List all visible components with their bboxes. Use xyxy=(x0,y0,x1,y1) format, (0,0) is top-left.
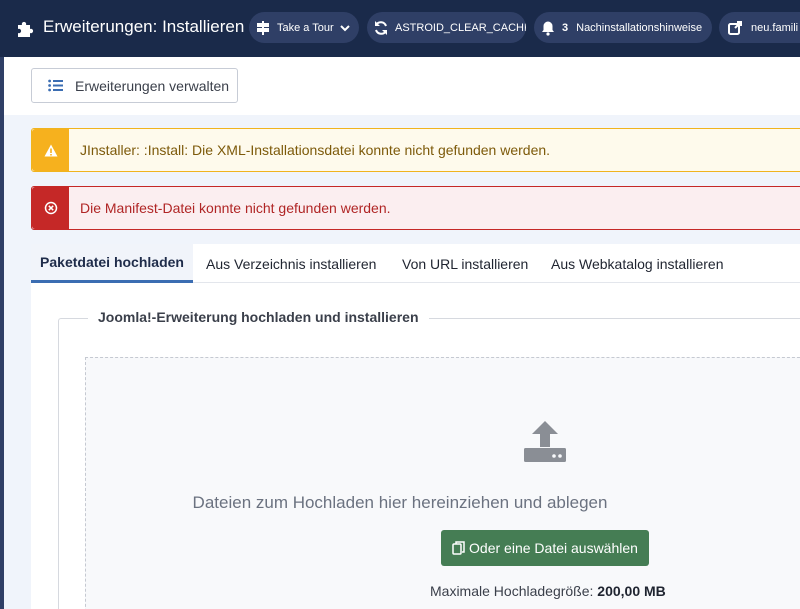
tab-install-from-url[interactable]: Von URL installieren xyxy=(402,244,528,283)
signpost-icon xyxy=(255,18,271,38)
drop-instructions: Dateien zum Hochladen hier hereinziehen … xyxy=(0,493,800,513)
error-message: Die Manifest-Datei konnte nicht gefunden… xyxy=(80,200,391,216)
tab-upload-package[interactable]: Paketdatei hochladen xyxy=(31,244,193,283)
error-alert: Die Manifest-Datei konnte nicht gefunden… xyxy=(31,186,800,230)
max-upload-label: Maximale Hochladegröße: xyxy=(430,583,594,599)
upload-legend: Joomla!-Erweiterung hochladen und instal… xyxy=(88,309,429,325)
site-link-button[interactable]: neu.famili xyxy=(719,12,800,43)
copy-files-icon xyxy=(452,541,465,555)
warning-icon xyxy=(32,129,69,171)
max-upload-value: 200,00 MB xyxy=(597,583,666,599)
upload-icon xyxy=(524,421,566,462)
post-install-messages-button[interactable]: 3 Nachinstallationshinweise xyxy=(534,12,712,43)
bell-icon xyxy=(540,18,556,38)
site-link-label: neu.famili xyxy=(751,21,799,34)
drop-instructions-text: Dateien zum Hochladen hier hereinziehen … xyxy=(192,493,608,512)
error-circle-icon xyxy=(32,187,69,229)
install-tabs: Paketdatei hochladen Aus Verzeichnis ins… xyxy=(31,244,800,283)
warning-alert: JInstaller: :Install: Die XML-Installati… xyxy=(31,128,800,172)
choose-file-button[interactable]: Oder eine Datei auswählen xyxy=(441,530,649,566)
post-install-label: Nachinstallationshinweise xyxy=(576,21,703,34)
warning-message: JInstaller: :Install: Die XML-Installati… xyxy=(80,142,551,158)
choose-file-label: Oder eine Datei auswählen xyxy=(469,540,638,556)
puzzle-icon xyxy=(18,21,34,37)
clear-cache-button[interactable]: ASTROID_CLEAR_CACHE xyxy=(367,12,526,43)
notification-count: 3 xyxy=(562,21,569,34)
sidebar-strip xyxy=(0,57,4,609)
page-title: Erweiterungen: Installieren xyxy=(43,17,245,36)
external-link-icon xyxy=(725,18,745,38)
header-bar: Erweiterungen: Installieren Take a Tour … xyxy=(0,0,800,57)
list-icon xyxy=(48,79,63,92)
take-a-tour-button[interactable]: Take a Tour xyxy=(249,12,359,43)
clear-cache-label: ASTROID_CLEAR_CACHE xyxy=(395,21,526,34)
drop-zone[interactable] xyxy=(85,357,800,609)
take-a-tour-label: Take a Tour xyxy=(277,21,334,34)
tab-install-from-web[interactable]: Aus Webkatalog installieren xyxy=(551,244,724,283)
manage-extensions-label: Erweiterungen verwalten xyxy=(75,77,230,94)
max-upload-size: Maximale Hochladegröße: 200,00 MB xyxy=(430,583,666,599)
tab-install-from-folder[interactable]: Aus Verzeichnis installieren xyxy=(206,244,376,283)
manage-extensions-button[interactable]: Erweiterungen verwalten xyxy=(31,68,238,103)
chevron-down-icon xyxy=(339,23,350,33)
refresh-icon xyxy=(373,18,389,38)
